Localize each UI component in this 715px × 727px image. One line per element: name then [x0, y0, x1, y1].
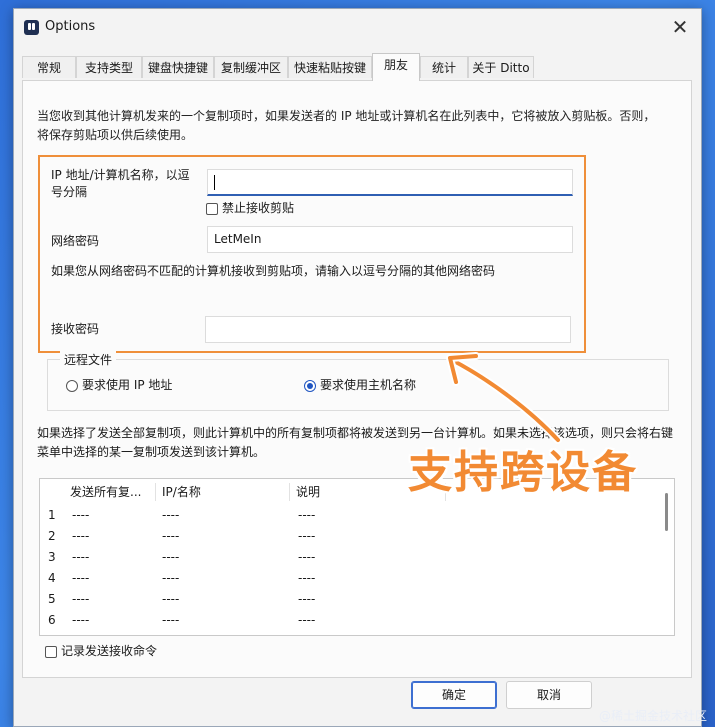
- row-ip: ----: [162, 550, 180, 564]
- row-send-all: ----: [72, 529, 90, 543]
- ip-list-label: IP 地址/计算机名称，以逗号分隔: [51, 168, 190, 199]
- row-send-all: ----: [72, 613, 90, 627]
- list-scrollbar[interactable]: [665, 493, 668, 531]
- ok-button[interactable]: 确定: [411, 681, 497, 709]
- row-index: 6: [48, 613, 56, 627]
- watermark: @稀土掘金技术社区: [598, 709, 707, 723]
- log-commands-label: 记录发送接收命令: [61, 644, 158, 658]
- row-index: 1: [48, 508, 56, 522]
- network-password-label: 网络密码: [51, 234, 100, 248]
- use-ip-label: 要求使用 IP 地址: [82, 378, 173, 392]
- row-index: 2: [48, 529, 56, 543]
- options-window: Options ✕ 常规 支持类型 键盘快捷键 复制缓冲区 快速粘贴按键 朋友 …: [13, 8, 702, 727]
- list-row[interactable]: 4 ---- ---- ----: [40, 568, 640, 589]
- network-password-value: LetMeIn: [214, 232, 262, 246]
- tab-quick-paste-keys[interactable]: 快速粘贴按键: [288, 56, 372, 78]
- tab-general[interactable]: 常规: [22, 56, 76, 78]
- disable-receive-label: 禁止接收剪贴: [222, 201, 295, 215]
- disable-receive-checkbox[interactable]: [206, 203, 218, 215]
- tab-friends[interactable]: 朋友: [372, 53, 420, 81]
- list-row[interactable]: 5 ---- ---- ----: [40, 589, 640, 610]
- ditto-app-icon: [24, 20, 39, 35]
- row-ip: ----: [162, 529, 180, 543]
- row-ip: ----: [162, 613, 180, 627]
- list-row[interactable]: 6 ---- ---- ----: [40, 610, 640, 631]
- row-send-all: ----: [72, 550, 90, 564]
- row-desc: ----: [298, 550, 316, 564]
- row-send-all: ----: [72, 571, 90, 585]
- row-desc: ----: [298, 571, 316, 585]
- receive-password-input[interactable]: [205, 316, 571, 343]
- friends-list[interactable]: 发送所有复... IP/名称 说明 1 ---- ---- ---- 2 ---…: [39, 478, 675, 636]
- row-ip: ----: [162, 508, 180, 522]
- window-title: Options: [45, 19, 96, 34]
- row-desc: ----: [298, 529, 316, 543]
- friends-panel: 当您收到其他计算机发来的一个复制项时，如果发送者的 IP 地址或计算机名在此列表…: [22, 80, 692, 678]
- ip-list-input[interactable]: [207, 169, 573, 196]
- text-caret: [214, 175, 215, 190]
- row-index: 3: [48, 550, 56, 564]
- use-ip-radio[interactable]: [66, 380, 78, 392]
- row-send-all: ----: [72, 508, 90, 522]
- row-index: 4: [48, 571, 56, 585]
- tab-about[interactable]: 关于 Ditto: [468, 56, 534, 78]
- row-send-all: ----: [72, 592, 90, 606]
- tab-strip: 常规 支持类型 键盘快捷键 复制缓冲区 快速粘贴按键 朋友 统计 关于 Ditt…: [22, 53, 692, 81]
- row-desc: ----: [298, 613, 316, 627]
- tab-copy-buffers[interactable]: 复制缓冲区: [214, 56, 288, 78]
- column-ip-name[interactable]: IP/名称: [156, 483, 290, 501]
- network-password-input[interactable]: LetMeIn: [207, 226, 573, 253]
- list-row[interactable]: 2 ---- ---- ----: [40, 526, 640, 547]
- use-hostname-radio[interactable]: [304, 380, 316, 392]
- row-ip: ----: [162, 592, 180, 606]
- annotation-arrow-icon: [446, 352, 562, 444]
- receive-password-label: 接收密码: [51, 322, 100, 336]
- list-row[interactable]: 1 ---- ---- ----: [40, 505, 640, 526]
- tab-stats[interactable]: 统计: [420, 56, 468, 78]
- row-index: 5: [48, 592, 56, 606]
- mismatch-hint: 如果您从网络密码不匹配的计算机接收到剪贴项，请输入以逗号分隔的其他网络密码: [51, 264, 496, 278]
- friends-description: 当您收到其他计算机发来的一个复制项时，如果发送者的 IP 地址或计算机名在此列表…: [37, 109, 656, 142]
- title-bar[interactable]: Options ✕: [14, 9, 701, 45]
- row-desc: ----: [298, 592, 316, 606]
- log-commands-checkbox[interactable]: [45, 646, 57, 658]
- cancel-button[interactable]: 取消: [506, 681, 592, 709]
- tab-keyboard-shortcuts[interactable]: 键盘快捷键: [142, 56, 214, 78]
- list-row[interactable]: 3 ---- ---- ----: [40, 547, 640, 568]
- row-ip: ----: [162, 571, 180, 585]
- annotation-text: 支持跨设备: [408, 447, 638, 498]
- tab-supported-types[interactable]: 支持类型: [76, 56, 142, 78]
- remote-files-legend: 远程文件: [60, 351, 117, 368]
- remote-files-group: 远程文件 要求使用 IP 地址 要求使用主机名称: [47, 351, 669, 411]
- column-send-all[interactable]: 发送所有复...: [64, 483, 156, 501]
- row-desc: ----: [298, 508, 316, 522]
- use-hostname-label: 要求使用主机名称: [320, 378, 417, 392]
- close-icon[interactable]: ✕: [667, 15, 693, 39]
